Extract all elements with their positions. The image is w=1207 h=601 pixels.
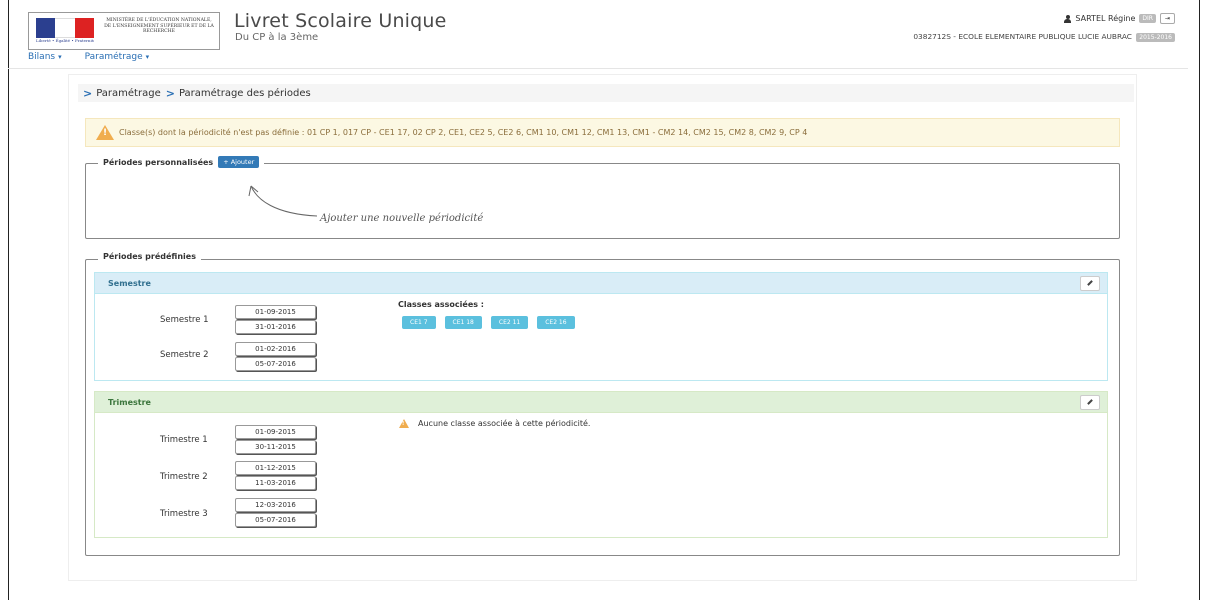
period-end-date: 05-07-2016: [235, 357, 316, 371]
caret-down-icon: ▾: [58, 53, 62, 61]
edit-semestre-button[interactable]: [1080, 275, 1100, 291]
period-label: Semestre 1: [160, 315, 209, 325]
no-class-warning: ! Aucune classe associée à cette périodi…: [399, 419, 590, 428]
period-start-date: 12-03-2016: [235, 498, 316, 512]
period-end-date: 11-03-2016: [235, 476, 316, 490]
period-end-date: 31-01-2016: [235, 320, 316, 334]
custom-periods-legend: Périodes personnalisées + Ajouter: [98, 156, 265, 168]
nav-item-parametrage[interactable]: Paramétrage ▾: [85, 52, 150, 62]
annotation-arrow-icon: [248, 185, 318, 217]
user-icon: [1064, 14, 1072, 23]
add-period-annotation: Ajouter une nouvelle périodicité: [320, 213, 484, 224]
semestre-header: Semestre: [95, 273, 1107, 294]
period-label: Trimestre 1: [160, 435, 208, 445]
period-start-date: 01-09-2015: [235, 425, 316, 439]
school-name: 0382712S - ECOLE ELEMENTAIRE PUBLIQUE LU…: [913, 32, 1132, 41]
breadcrumb-item-periodes: Paramétrage des périodes: [178, 87, 311, 99]
warning-icon: !: [96, 125, 114, 140]
period-label: Trimestre 2: [160, 472, 208, 482]
alert-text: Classe(s) dont la périodicité n'est pas …: [119, 128, 808, 137]
flag-caption: Liberté • Égalité • Fraternité RÉPUBLIQU…: [36, 38, 94, 43]
pencil-icon: [1087, 280, 1093, 286]
app-subtitle: Du CP à la 3ème: [235, 32, 319, 43]
warning-icon: !: [399, 419, 409, 428]
logout-button[interactable]: ⇥: [1159, 13, 1175, 24]
associated-classes-list: CE1 7 CE1 18 CE2 11 CE2 16: [402, 316, 575, 329]
nav-item-label: Bilans: [28, 52, 56, 62]
custom-periods-fieldset: [85, 163, 1120, 239]
chevron-right-icon: >: [165, 86, 175, 100]
period-label: Trimestre 3: [160, 509, 208, 519]
associated-classes-title: Classes associées :: [398, 300, 485, 309]
predefined-periods-legend: Périodes prédéfinies: [98, 252, 201, 261]
class-chip[interactable]: CE1 18: [444, 316, 482, 329]
french-flag-icon: [36, 18, 94, 38]
breadcrumb: > Paramétrage > Paramétrage des périodes: [78, 84, 1134, 102]
user-name: SARTEL Régine: [1075, 14, 1136, 23]
trimestre-title: Trimestre: [108, 397, 151, 407]
ministry-logo: Liberté • Égalité • Fraternité RÉPUBLIQU…: [28, 12, 220, 50]
nav-item-label: Paramétrage: [84, 52, 143, 62]
period-start-date: 01-09-2015: [235, 305, 316, 319]
period-end-date: 30-11-2015: [235, 440, 316, 454]
main-nav: Bilans ▾ Paramétrage ▾: [28, 52, 149, 62]
semestre-title: Semestre: [108, 278, 151, 288]
period-end-date: 05-07-2016: [235, 513, 316, 527]
school-year-badge: 2015-2016: [1136, 33, 1175, 42]
warning-alert: ! Classe(s) dont la périodicité n'est pa…: [85, 118, 1120, 147]
class-chip[interactable]: CE2 11: [490, 316, 529, 329]
role-badge: DIR: [1139, 14, 1156, 23]
edit-trimestre-button[interactable]: [1080, 394, 1100, 410]
period-start-date: 01-02-2016: [235, 342, 316, 356]
chevron-right-icon: >: [83, 86, 93, 100]
breadcrumb-item-parametrage[interactable]: Paramétrage: [96, 88, 161, 99]
period-start-date: 01-12-2015: [235, 461, 316, 475]
add-period-button[interactable]: + Ajouter: [218, 156, 260, 168]
trimestre-header: Trimestre: [95, 392, 1107, 413]
nav-divider: [8, 68, 1188, 69]
user-info: SARTEL Régine DIR ⇥: [1064, 13, 1175, 24]
no-class-text: Aucune classe associée à cette périodici…: [418, 419, 591, 428]
app-title: Livret Scolaire Unique: [234, 10, 447, 32]
custom-periods-title: Périodes personnalisées: [103, 157, 214, 167]
nav-item-bilans[interactable]: Bilans ▾: [28, 52, 62, 62]
class-chip[interactable]: CE1 7: [402, 316, 436, 329]
caret-down-icon: ▾: [145, 53, 150, 61]
ministry-name: MINISTÈRE DE L'ÉDUCATION NATIONALE, DE L…: [104, 18, 214, 35]
pencil-icon: [1087, 399, 1093, 405]
school-info: 0382712S - ECOLE ELEMENTAIRE PUBLIQUE LU…: [913, 32, 1175, 42]
period-label: Semestre 2: [160, 350, 209, 360]
predefined-periods-title: Périodes prédéfinies: [103, 252, 196, 261]
class-chip[interactable]: CE2 16: [537, 316, 575, 329]
